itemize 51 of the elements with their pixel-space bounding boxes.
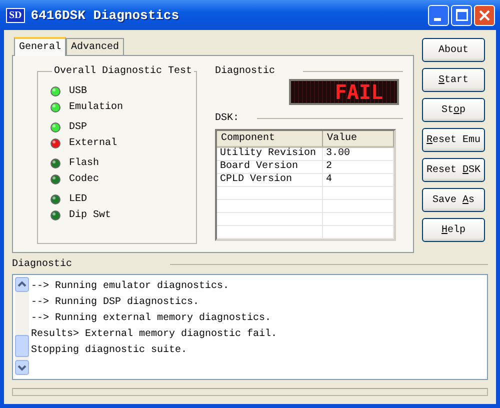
test-label: Flash	[69, 158, 100, 168]
window-title: 6416DSK Diagnostics	[30, 8, 180, 22]
minimize-icon	[434, 18, 441, 20]
log-line: --> Running DSP diagnostics.	[30, 296, 200, 310]
column-header[interactable]: Value	[323, 131, 394, 148]
test-label: External	[69, 138, 118, 148]
action-button[interactable]: Stop	[422, 98, 485, 122]
action-button[interactable]: Start	[422, 68, 485, 92]
minimize-button[interactable]	[428, 4, 449, 26]
test-label: Dip Swt	[69, 210, 112, 220]
test-label: LED	[69, 194, 88, 204]
section-label: Diagnostic	[215, 66, 276, 77]
led-display: FAIL	[289, 79, 399, 105]
table-cell	[323, 187, 394, 200]
table-cell: Board Version	[217, 161, 323, 174]
table-cell: Utility Revision	[217, 148, 323, 161]
scroll-up-icon[interactable]	[15, 277, 29, 292]
action-button[interactable]: About	[422, 38, 485, 62]
column-header[interactable]: Component	[217, 131, 323, 148]
scroll-down-icon[interactable]	[15, 360, 29, 375]
section-label: DSK:	[215, 113, 240, 124]
maximize-icon	[456, 9, 468, 21]
tab[interactable]: General	[14, 37, 66, 56]
log-line: --> Running external memory diagnostics.	[30, 312, 272, 326]
test-label: Codec	[69, 174, 100, 184]
table-cell: 4	[323, 174, 394, 187]
scroll-thumb[interactable]	[15, 335, 29, 357]
close-button[interactable]	[474, 4, 495, 26]
table-cell: 2	[323, 161, 394, 174]
log-line: Stopping diagnostic suite.	[30, 344, 188, 358]
table-cell: CPLD Version	[217, 174, 323, 187]
table-cell	[323, 200, 394, 213]
table-cell: 3.00	[323, 148, 394, 161]
log-line: Results> External memory diagnostic fail.	[30, 328, 278, 342]
app-logo: SD	[6, 8, 25, 22]
tab[interactable]: Advanced	[66, 38, 124, 55]
action-button[interactable]: Save As	[422, 188, 485, 212]
action-button[interactable]: Reset Emu	[422, 128, 485, 152]
test-label: Emulation	[69, 102, 124, 112]
table-cell	[323, 213, 394, 226]
scroll-bar[interactable]	[15, 277, 29, 375]
close-icon	[479, 10, 490, 20]
action-button[interactable]: Help	[422, 218, 485, 242]
test-label: DSP	[69, 122, 88, 132]
test-label: USB	[69, 86, 88, 96]
action-button[interactable]: Reset DSK	[422, 158, 485, 182]
section-label: Diagnostic	[12, 258, 72, 270]
group-title: Overall Diagnostic Test	[53, 66, 194, 77]
table-cell	[323, 226, 394, 239]
log-line: --> Running emulator diagnostics.	[30, 280, 230, 294]
maximize-button[interactable]	[451, 4, 472, 26]
